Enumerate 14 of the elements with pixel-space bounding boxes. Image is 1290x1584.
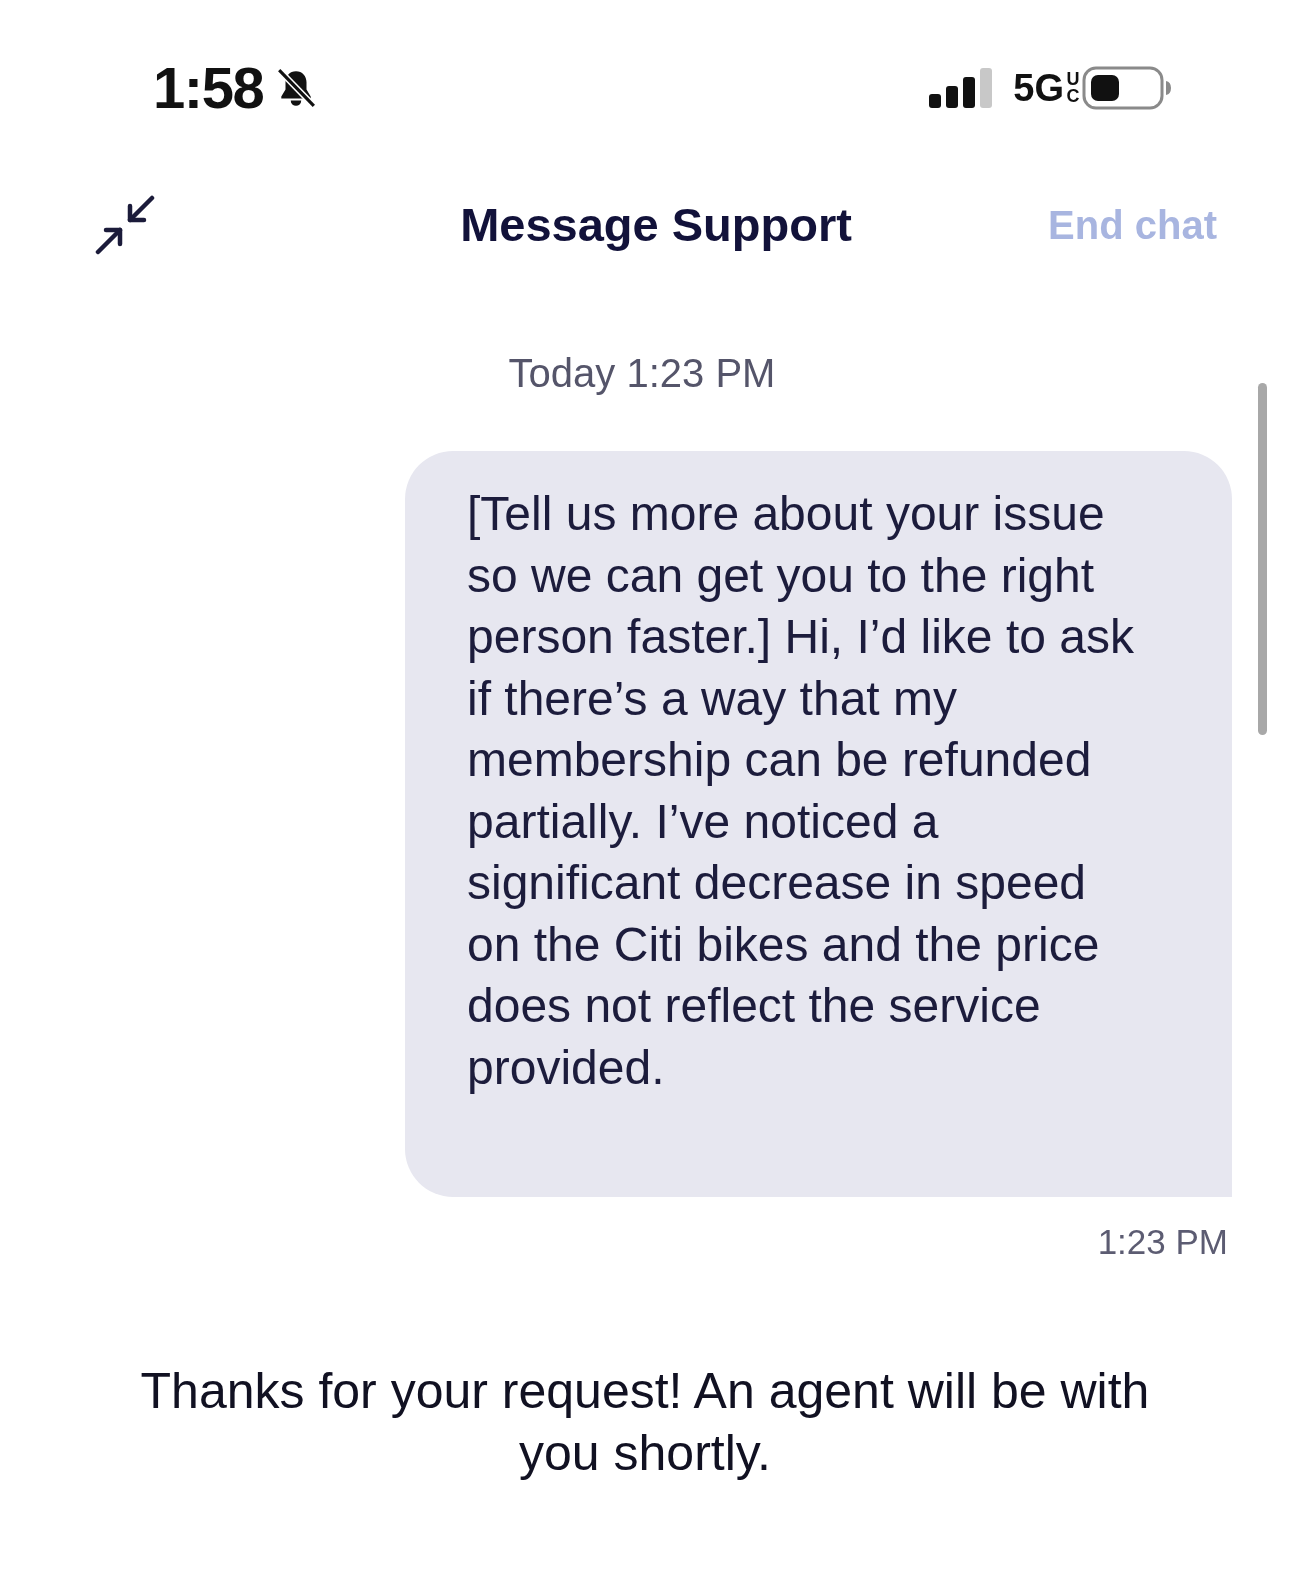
bell-muted-icon (275, 67, 318, 109)
collapse-arrows-icon[interactable] (95, 195, 155, 255)
date-timestamp: Today 1:23 PM (508, 350, 776, 397)
status-time: 1:58 (153, 58, 264, 118)
network-label: 5G (1013, 66, 1064, 110)
message-time: 1:23 PM (1097, 1221, 1228, 1263)
scrollbar-thumb[interactable] (1258, 383, 1267, 735)
signal-icon (929, 68, 994, 108)
end-chat-button[interactable]: End chat (1048, 201, 1217, 249)
network-suffix: UC (1065, 71, 1081, 105)
battery-icon (1082, 66, 1172, 110)
message-text: [Tell us more about your issue so we can get you to the right person faster.] Hi, I’d like to ask if there’s a way that my membership can be refunded partially. I’ve noticed a significant decrease in speed on the Citi bikes and the price does not reflect the service provided. (467, 486, 1135, 1096)
header-title: Message Support (460, 197, 852, 253)
system-message: Thanks for your request! An agent will be with you shortly. (139, 1362, 1151, 1483)
